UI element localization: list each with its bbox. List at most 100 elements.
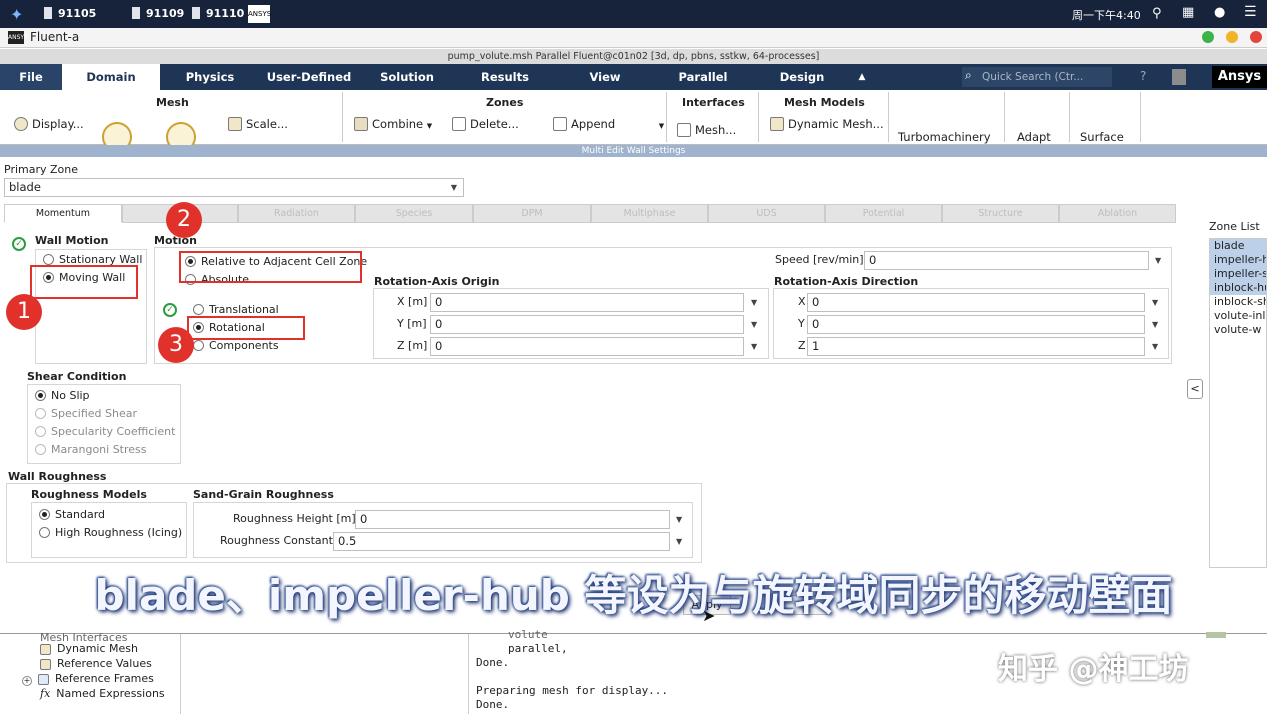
app-launcher-icon[interactable]: ✦ — [10, 5, 30, 24]
zone-list[interactable]: blade impeller-h impeller-s inblock-hu i… — [1209, 238, 1267, 568]
zone-item[interactable]: blade — [1210, 239, 1266, 253]
notes-icon[interactable] — [1172, 69, 1186, 85]
apps-grid-icon[interactable]: ▦ — [1182, 5, 1194, 20]
mesh-interfaces-button[interactable]: Mesh... — [677, 123, 736, 137]
ribbon-divider — [666, 92, 667, 142]
tab-design[interactable]: Design — [757, 64, 847, 90]
window-icon — [132, 7, 140, 19]
chevron-down-icon[interactable]: ▼ — [676, 537, 682, 546]
zone-item[interactable]: volute-inle — [1210, 309, 1266, 323]
tab-file[interactable]: File — [0, 64, 62, 90]
no-slip-radio[interactable] — [35, 390, 46, 401]
minimize-icon[interactable] — [1202, 31, 1214, 43]
ansys-task-icon[interactable]: ANSYS — [248, 5, 271, 23]
tree-item-dynamic-mesh[interactable]: Dynamic Mesh — [40, 642, 138, 655]
chevron-down-icon[interactable]: ▼ — [676, 515, 682, 524]
task-item-3[interactable]: 91110 — [192, 7, 244, 20]
tab-species[interactable]: Species — [355, 204, 473, 223]
tab-structure[interactable]: Structure — [942, 204, 1059, 223]
roughness-constant-input[interactable]: 0.5 — [333, 532, 670, 551]
translational-radio[interactable] — [193, 304, 204, 315]
origin-z-input[interactable]: 0 — [430, 337, 744, 356]
direction-y-input[interactable]: 0 — [807, 315, 1145, 334]
stationary-wall-radio[interactable] — [43, 254, 54, 265]
marangoni-radio[interactable] — [35, 444, 46, 455]
console[interactable]: volute parallel, Done. Preparing mesh fo… — [476, 628, 668, 712]
chevron-down-icon[interactable]: ▼ — [751, 298, 757, 307]
dialog-title: Multi Edit Wall Settings — [0, 145, 1267, 157]
tree-item-reference-values[interactable]: Reference Values — [40, 657, 152, 670]
tab-domain[interactable]: Domain — [62, 64, 160, 90]
direction-z-input[interactable]: 1 — [807, 337, 1145, 356]
speed-input[interactable]: 0 — [864, 251, 1149, 270]
tab-radiation[interactable]: Radiation — [238, 204, 355, 223]
roughness-height-input[interactable]: 0 — [355, 510, 670, 529]
origin-y-input[interactable]: 0 — [430, 315, 744, 334]
chevron-down-icon[interactable]: ▼ — [1152, 342, 1158, 351]
surface-group[interactable]: Surface — [1080, 130, 1124, 144]
tab-dpm[interactable]: DPM — [473, 204, 591, 223]
tab-uds[interactable]: UDS — [708, 204, 825, 223]
function-icon: fx — [40, 687, 51, 700]
scale-button[interactable]: Scale... — [228, 117, 288, 131]
tab-results[interactable]: Results — [460, 64, 550, 90]
turbomachinery-group[interactable]: Turbomachinery — [898, 130, 991, 144]
specified-shear-radio[interactable] — [35, 408, 46, 419]
chevron-down-icon[interactable]: ▼ — [751, 320, 757, 329]
zone-item[interactable]: impeller-s — [1210, 267, 1266, 281]
chevron-down-icon[interactable]: ▼ — [1152, 298, 1158, 307]
chevron-down-icon[interactable]: ▼ — [1152, 320, 1158, 329]
tab-potential[interactable]: Potential — [825, 204, 942, 223]
user-icon[interactable]: ● — [1214, 5, 1225, 20]
display-button[interactable]: Display... — [14, 117, 84, 131]
task-item-2[interactable]: 91109 — [132, 7, 184, 20]
delete-button[interactable]: Delete... — [452, 117, 519, 131]
standard-radio[interactable] — [39, 509, 50, 520]
network-icon[interactable]: ⚲ — [1152, 6, 1162, 21]
maximize-icon[interactable] — [1226, 31, 1238, 43]
components-radio[interactable] — [193, 340, 204, 351]
collapse-ribbon-icon[interactable]: ▲ — [852, 64, 872, 90]
origin-x-input[interactable]: 0 — [430, 293, 744, 312]
tab-physics[interactable]: Physics — [165, 64, 255, 90]
zone-item[interactable]: inblock-sh — [1210, 295, 1266, 309]
collapse-panel-icon[interactable]: < — [1187, 379, 1203, 399]
append-button[interactable]: Append ▼ — [553, 117, 664, 131]
console-line: Done. — [476, 656, 510, 669]
task-item-1[interactable]: 91105 — [44, 7, 96, 20]
combine-icon — [354, 117, 368, 131]
primary-zone-select[interactable]: blade ▼ — [4, 178, 464, 197]
high-roughness-radio[interactable] — [39, 527, 50, 538]
close-icon[interactable] — [1250, 31, 1262, 43]
window-title: pump_volute.msh Parallel Fluent@c01n02 [… — [0, 49, 1267, 64]
tree-item-named-expressions[interactable]: fx Named Expressions — [40, 687, 165, 700]
tab-ablation[interactable]: Ablation — [1059, 204, 1176, 223]
tab-user-defined[interactable]: User-Defined — [262, 64, 356, 90]
tab-view[interactable]: View — [560, 64, 650, 90]
chevron-down-icon[interactable]: ▼ — [751, 342, 757, 351]
console-line: Preparing mesh for display... — [476, 684, 669, 697]
tab-multiphase[interactable]: Multiphase — [591, 204, 708, 223]
tab-momentum[interactable]: Momentum — [4, 204, 122, 223]
adapt-group[interactable]: Adapt — [1017, 130, 1051, 144]
direction-x-input[interactable]: 0 — [807, 293, 1145, 312]
expand-icon[interactable]: + — [22, 676, 32, 686]
zone-item[interactable]: impeller-h — [1210, 253, 1266, 267]
zone-item[interactable]: volute-w — [1210, 323, 1266, 337]
help-icon[interactable]: ? — [1140, 69, 1146, 83]
menu-icon[interactable]: ☰ — [1244, 4, 1257, 20]
search-icon: ⌕ — [965, 68, 972, 82]
dynamic-mesh-button[interactable]: Dynamic Mesh... — [770, 117, 884, 131]
tab-parallel[interactable]: Parallel — [658, 64, 748, 90]
panel-divider — [468, 634, 469, 714]
tab-solution[interactable]: Solution — [362, 64, 452, 90]
zone-item[interactable]: inblock-hu — [1210, 281, 1266, 295]
chevron-down-icon: ▼ — [450, 183, 457, 192]
specularity-radio[interactable] — [35, 426, 46, 437]
scroll-indicator[interactable] — [1206, 632, 1226, 638]
combine-button[interactable]: Combine ▼ — [354, 117, 432, 131]
tree-item-reference-frames[interactable]: + Reference Frames — [22, 672, 154, 686]
zone-list-title: Zone List — [1209, 220, 1260, 233]
quick-search-input[interactable]: Quick Search (Ctr... — [962, 67, 1112, 87]
chevron-down-icon[interactable]: ▼ — [1155, 256, 1161, 265]
